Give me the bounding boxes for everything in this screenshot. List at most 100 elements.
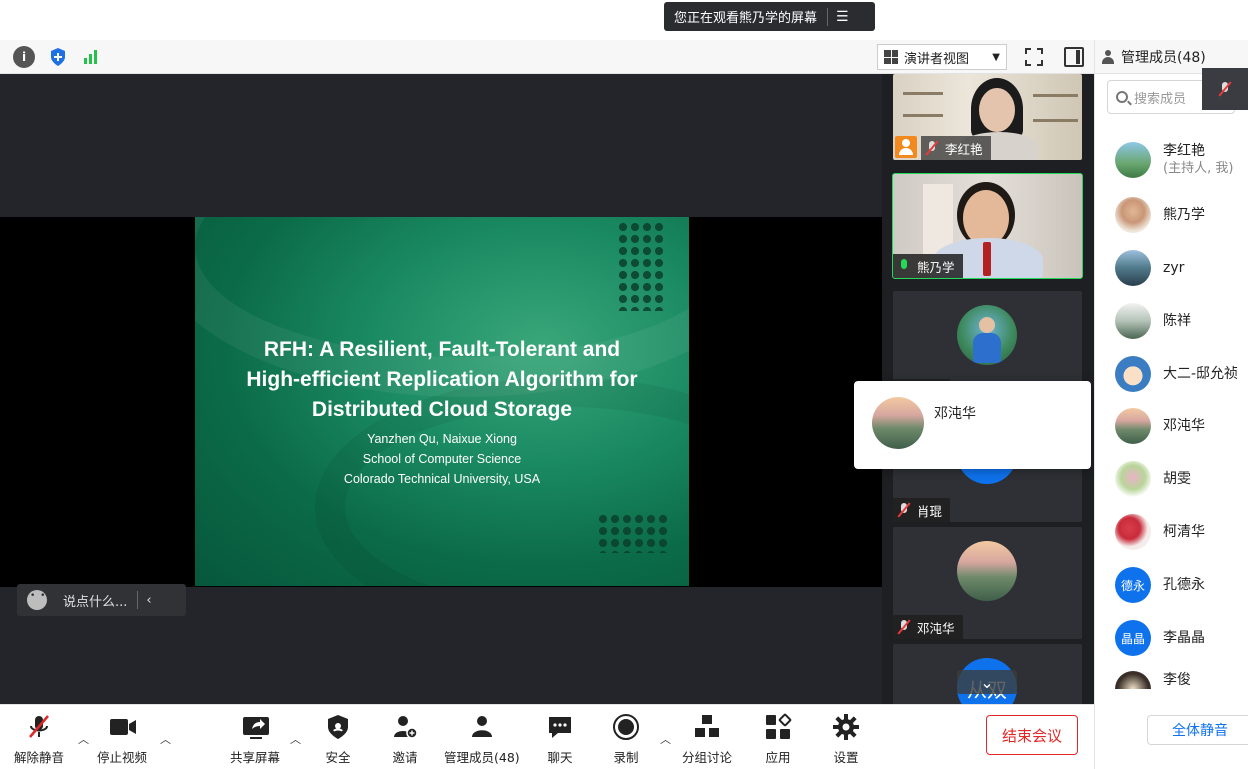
avatar xyxy=(1115,408,1151,444)
shelf xyxy=(1033,119,1078,122)
mic-muted-icon xyxy=(1218,81,1232,97)
participant-item[interactable]: 晶晶 李晶晶 xyxy=(1115,618,1248,658)
participants-panel: 管理成员(48) 搜索成员 李红艳 (主持人, 我) 熊乃学 zyr 陈祥 大二… xyxy=(1094,40,1248,769)
share-screen-label: 共享屏幕 xyxy=(230,750,281,765)
chevron-up-icon[interactable]: ︿ xyxy=(78,731,89,747)
participant-name: 柯清华 xyxy=(1163,524,1205,540)
participant-name: 胡雯 xyxy=(1163,471,1191,487)
participant-name: 李红艳 (主持人, 我) xyxy=(1163,142,1233,178)
view-mode-select[interactable]: 演讲者视图 ▼ xyxy=(877,44,1007,70)
avatar xyxy=(1115,461,1151,497)
shelf xyxy=(903,92,943,95)
video-name-tag: 李红艳 xyxy=(921,136,991,160)
slide-subtitle: Yanzhen Qu, Naixue Xiong School of Compu… xyxy=(195,429,689,489)
stop-video-button[interactable]: 停止视频 xyxy=(97,713,147,765)
info-icon[interactable]: i xyxy=(13,46,35,68)
participants-title: 管理成员(48) xyxy=(1121,49,1206,66)
avatar xyxy=(1115,514,1151,550)
participant-name: zyr xyxy=(1163,260,1185,276)
mic-muted-icon xyxy=(897,619,911,635)
chevron-up-icon[interactable]: ︿ xyxy=(660,731,671,747)
slide-dots-decoration xyxy=(617,221,667,311)
participant-name: 李俊 xyxy=(1163,672,1191,688)
user-icon xyxy=(1101,49,1115,64)
chevron-up-icon[interactable]: ︿ xyxy=(290,731,301,747)
share-screen-icon xyxy=(241,713,269,741)
chevron-left-icon[interactable]: ‹ xyxy=(146,593,151,608)
invite-label: 邀请 xyxy=(392,750,418,765)
avatar xyxy=(1115,303,1151,339)
participant-item[interactable]: 陈祥 xyxy=(1115,301,1248,341)
avatar xyxy=(957,541,1017,601)
chevron-down-icon: ▼ xyxy=(992,51,1000,63)
shield-icon[interactable] xyxy=(47,46,69,68)
apps-icon xyxy=(764,713,792,741)
participant-item[interactable]: 邓沌华 xyxy=(1115,406,1248,446)
chat-input[interactable]: 说点什么... ‹ xyxy=(17,584,186,616)
unmute-button[interactable]: 解除静音 xyxy=(14,713,64,765)
fullscreen-icon[interactable] xyxy=(1024,47,1044,67)
video-tile[interactable]: 从双 ⌄ xyxy=(893,644,1082,704)
avatar xyxy=(1115,142,1151,178)
person-tie xyxy=(983,242,991,276)
meeting-window: 您正在观看熊乃学的屏幕 ☰ i 演讲者视图 ▼ RFH: A Resilient xyxy=(0,0,1248,769)
chevron-up-icon[interactable]: ︿ xyxy=(160,731,171,747)
mic-muted-floating-button[interactable] xyxy=(1202,68,1248,110)
mute-all-button[interactable]: 全体静音 xyxy=(1147,715,1248,745)
meeting-top-toolbar: i 演讲者视图 ▼ xyxy=(0,40,1095,74)
slide-university: Colorado Technical University, USA xyxy=(343,472,541,486)
apps-button[interactable]: 应用 xyxy=(764,713,792,765)
slide-title-line: Distributed Cloud Storage xyxy=(311,398,573,421)
scroll-down-button[interactable]: ⌄ xyxy=(957,670,1017,694)
avatar xyxy=(1115,197,1151,233)
unmute-label: 解除静音 xyxy=(14,750,65,765)
manage-participants-button[interactable]: 管理成员(48) xyxy=(444,713,520,765)
participant-name: 李晶晶 xyxy=(1163,630,1205,646)
participant-role: (主持人, 我) xyxy=(1163,161,1234,176)
video-name: 肖琨 xyxy=(917,503,943,519)
person-face xyxy=(979,88,1015,132)
participant-item[interactable]: 李红艳 (主持人, 我) xyxy=(1115,140,1248,180)
add-user-icon xyxy=(391,713,419,741)
share-banner-text: 您正在观看熊乃学的屏幕 xyxy=(674,11,818,26)
participant-item[interactable]: zyr xyxy=(1115,248,1248,288)
video-tile[interactable]: 邓沌华 xyxy=(893,527,1082,639)
share-banner-divider xyxy=(827,7,829,26)
signal-icon[interactable] xyxy=(80,46,102,68)
video-tile[interactable]: 李红艳 xyxy=(893,74,1082,160)
participant-hover-card: 邓沌华 xyxy=(854,381,1091,469)
participant-item[interactable]: 胡雯 xyxy=(1115,459,1248,499)
emoji-icon[interactable] xyxy=(27,590,47,610)
presentation-slide: RFH: A Resilient, Fault-Tolerant and Hig… xyxy=(195,217,689,586)
end-meeting-button[interactable]: 结束会议 xyxy=(986,715,1078,755)
participant-name: 陈祥 xyxy=(1163,313,1191,329)
video-name-tag: 肖琨 xyxy=(893,498,951,522)
share-banner[interactable]: 您正在观看熊乃学的屏幕 ☰ xyxy=(664,2,875,31)
mic-muted-icon xyxy=(897,502,911,518)
settings-button[interactable]: 设置 xyxy=(832,713,860,765)
security-button[interactable]: 安全 xyxy=(324,713,352,765)
avatar xyxy=(1115,671,1151,689)
avatar-initials: 德永 xyxy=(1115,567,1151,603)
shield-icon xyxy=(324,713,352,741)
avatar-initials: 晶晶 xyxy=(1115,620,1151,656)
video-camera-icon xyxy=(108,713,136,741)
chat-button[interactable]: 聊天 xyxy=(546,713,574,765)
participant-item[interactable]: 柯清华 xyxy=(1115,512,1248,552)
record-button[interactable]: 录制 xyxy=(612,713,640,765)
video-tile-active-speaker[interactable]: 熊乃学 xyxy=(892,173,1083,279)
participant-item[interactable]: 大二-邸允祯 xyxy=(1115,354,1248,394)
participant-item[interactable]: 李俊 xyxy=(1115,671,1248,689)
video-name: 李红艳 xyxy=(945,141,983,157)
breakout-rooms-button[interactable]: 分组讨论 xyxy=(682,713,732,765)
users-icon xyxy=(468,713,496,741)
share-screen-button[interactable]: 共享屏幕 xyxy=(230,713,280,765)
apps-label: 应用 xyxy=(765,750,791,765)
menu-icon[interactable]: ☰ xyxy=(836,9,849,25)
participant-item[interactable]: 德永 孔德永 xyxy=(1115,565,1248,605)
avatar-body xyxy=(973,333,1001,363)
side-panel-toggle-icon[interactable] xyxy=(1064,47,1084,67)
participant-item[interactable]: 熊乃学 xyxy=(1115,195,1248,235)
invite-button[interactable]: 邀请 xyxy=(391,713,419,765)
search-placeholder: 搜索成员 xyxy=(1134,91,1187,107)
